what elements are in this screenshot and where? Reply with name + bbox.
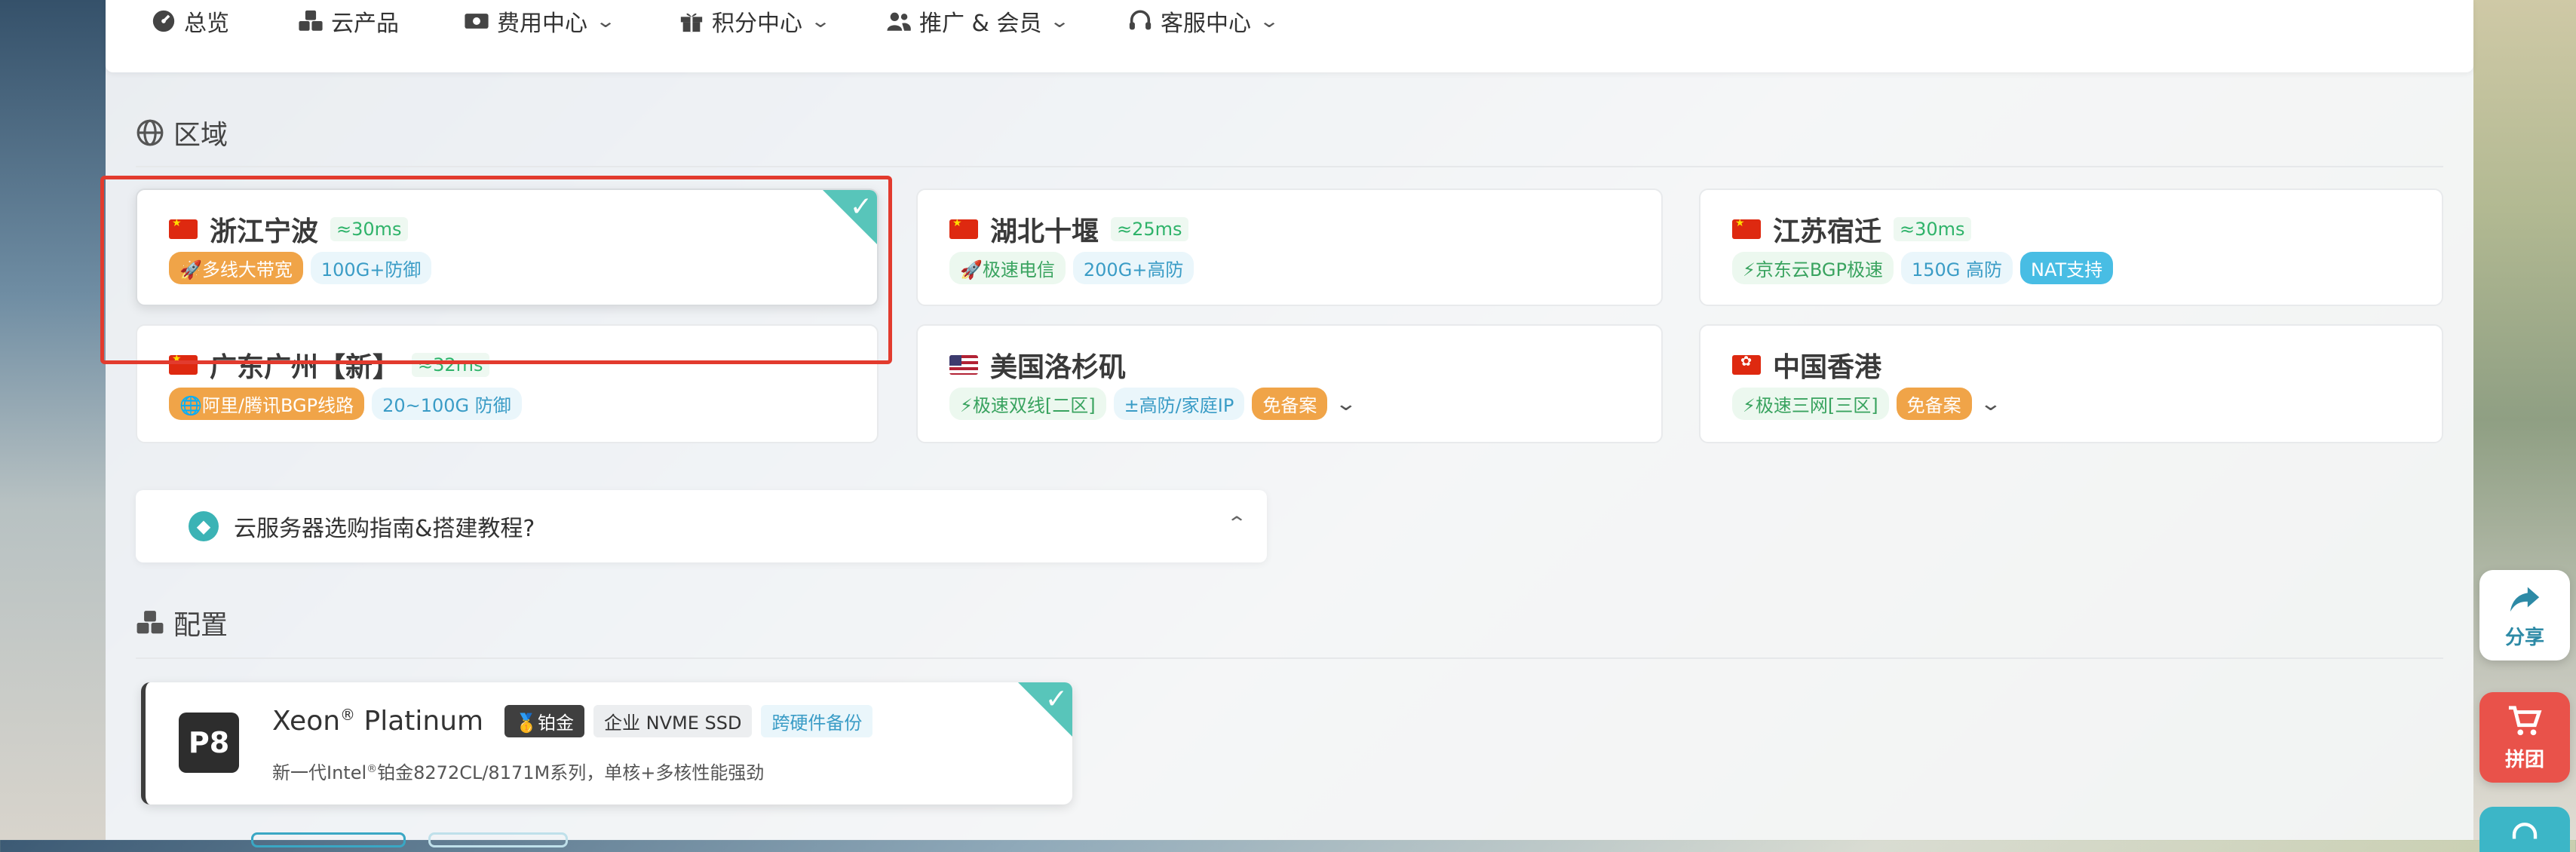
region-name: 江苏宿迁 — [1773, 216, 1882, 247]
region-tag: 🌐阿里/腾讯BGP线路 — [169, 388, 365, 420]
config-section-title: 配置 — [136, 603, 228, 642]
checkmark-icon: ✓ — [1044, 684, 1068, 715]
cubes-icon — [299, 10, 323, 31]
region-tag: 150G 高防 — [1900, 252, 2013, 284]
headset-icon — [2512, 823, 2538, 839]
flag-hk-icon — [1732, 355, 1761, 375]
region-tag: 免备案 — [1896, 388, 1972, 420]
share-label: 分享 — [2504, 626, 2544, 649]
background-left — [0, 0, 106, 840]
flag-us-icon — [949, 355, 978, 375]
section-title-text: 区域 — [173, 120, 228, 151]
highlight-annotation — [100, 176, 892, 364]
group-buy-button[interactable]: 拼团 — [2479, 692, 2570, 783]
top-navbar: 总览 云产品 费用中心 ⌄ 积分中心 ⌄ 推广 & 会员 ⌄ 客服中心 ⌄ — [106, 0, 2473, 72]
chevron-down-icon: ⌄ — [809, 11, 832, 32]
divider — [136, 166, 2443, 167]
region-card-jiangsu-suqian[interactable]: 江苏宿迁 ≈30ms ⚡京东云BGP极速 150G 高防 NAT支持 — [1699, 188, 2443, 306]
divider — [136, 657, 2443, 659]
cpu-tag: 企业 NVME SSD — [593, 705, 753, 737]
chevron-down-icon: ⌄ — [1049, 11, 1071, 32]
money-icon — [465, 14, 489, 29]
headset-icon — [1129, 10, 1152, 30]
region-name: 湖北十堰 — [990, 216, 1099, 247]
dashboard-icon — [152, 10, 175, 32]
guide-label: 云服务器选购指南&搭建教程? — [234, 516, 535, 542]
nav-points[interactable]: 积分中心 ⌄ — [679, 0, 832, 42]
cpu-description: 新一代Intel®铂金8272CL/8171M系列，单核+多核性能强劲 — [272, 762, 765, 783]
option-button[interactable] — [428, 832, 568, 847]
nav-cloud-products[interactable]: 云产品 — [298, 0, 399, 42]
globe-icon — [136, 119, 164, 146]
cpu-title: Xeon® Platinum 🥇铂金 企业 NVME SSD 跨硬件备份 — [272, 705, 873, 737]
nav-promotion[interactable]: 推广 & 会员 ⌄ — [886, 0, 1071, 42]
region-name: 美国洛杉矶 — [990, 352, 1127, 383]
flag-cn-icon — [1732, 219, 1761, 239]
compass-icon: ◆ — [189, 511, 219, 541]
nav-support[interactable]: 客服中心 ⌄ — [1127, 0, 1280, 42]
option-button[interactable] — [251, 832, 406, 847]
nav-label: 费用中心 — [497, 11, 587, 37]
region-tag: ⚡极速三网[三区] — [1732, 388, 1889, 420]
nav-billing[interactable]: 费用中心 ⌄ — [464, 0, 617, 42]
region-card-hubei-shiyan[interactable]: 湖北十堰 ≈25ms 🚀极速电信 200G+高防 — [916, 188, 1663, 306]
region-tag: 🚀极速电信 — [949, 252, 1066, 284]
section-title-text: 配置 — [173, 610, 228, 641]
region-tag: NAT支持 — [2020, 252, 2114, 284]
cubes-icon — [136, 611, 164, 634]
cart-icon — [2508, 705, 2542, 735]
cpu-badge: P8 — [179, 713, 239, 773]
region-tag: ±高防/家庭IP — [1113, 388, 1245, 420]
share-button[interactable]: 分享 — [2479, 570, 2570, 660]
region-name: 中国香港 — [1773, 352, 1882, 383]
chevron-down-icon: ⌄ — [594, 11, 617, 32]
region-tag: 20~100G 防御 — [372, 388, 522, 420]
nav-overview[interactable]: 总览 — [151, 0, 229, 42]
flag-cn-icon — [949, 219, 978, 239]
chevron-up-icon: ⌃ — [1225, 513, 1248, 534]
nav-label: 推广 & 会员 — [919, 11, 1042, 37]
share-icon — [2510, 587, 2540, 611]
latency-badge: ≈25ms — [1111, 217, 1188, 241]
cpu-tag: 跨硬件备份 — [761, 705, 873, 737]
region-tag: ⚡极速双线[二区] — [949, 388, 1106, 420]
region-section-title: 区域 — [136, 113, 228, 152]
nav-label: 总览 — [184, 11, 229, 37]
region-card-hong-kong[interactable]: 中国香港 ⚡极速三网[三区] 免备案 ⌄ — [1699, 324, 2443, 443]
users-icon — [887, 12, 911, 31]
nav-label: 云产品 — [331, 11, 399, 37]
region-tag: 免备案 — [1252, 388, 1328, 420]
region-card-us-los-angeles[interactable]: 美国洛杉矶 ⚡极速双线[二区] ±高防/家庭IP 免备案 ⌄ — [916, 324, 1663, 443]
cpu-tag: 🥇铂金 — [504, 705, 584, 737]
chevron-down-icon[interactable]: ⌄ — [1979, 393, 2002, 415]
group-buy-label: 拼团 — [2504, 748, 2544, 771]
chevron-down-icon: ⌄ — [1258, 11, 1280, 32]
customer-service-button[interactable] — [2479, 807, 2570, 852]
purchase-guide-collapse[interactable]: ◆ 云服务器选购指南&搭建教程? ⌃ — [136, 490, 1267, 562]
region-tag: 200G+高防 — [1072, 252, 1194, 284]
cpu-name: Xeon® Platinum — [272, 706, 484, 737]
cpu-option-card-p8[interactable]: P8 Xeon® Platinum 🥇铂金 企业 NVME SSD 跨硬件备份 … — [141, 682, 1072, 804]
nav-label: 积分中心 — [712, 11, 802, 37]
gift-icon — [680, 13, 703, 32]
chevron-down-icon[interactable]: ⌄ — [1335, 393, 1358, 415]
nav-label: 客服中心 — [1161, 11, 1251, 37]
region-tag: ⚡京东云BGP极速 — [1732, 252, 1894, 284]
latency-badge: ≈30ms — [1894, 217, 1971, 241]
